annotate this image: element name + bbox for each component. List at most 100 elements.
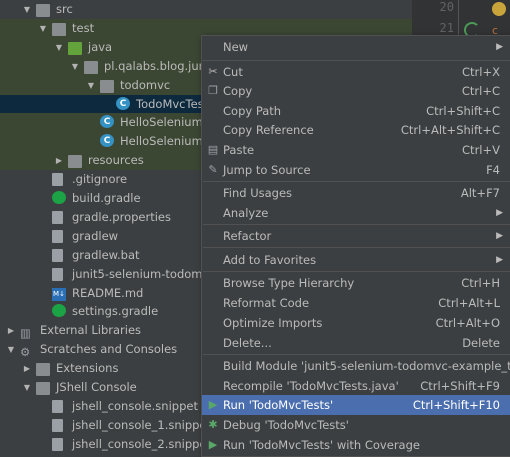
tree-node-label: settings.gradle bbox=[72, 304, 159, 319]
menu-label-browse-type-hierarchy: Browse Type Hierarchy bbox=[223, 276, 355, 290]
menu-item-reformat-code[interactable]: Reformat Code Ctrl+Alt+L bbox=[202, 293, 510, 313]
tree-node-label: src bbox=[56, 2, 73, 16]
shortcut-recompile: Ctrl+Shift+F9 bbox=[420, 379, 500, 393]
file-icon bbox=[52, 173, 63, 187]
folder-icon bbox=[36, 382, 50, 395]
submenu-arrow-icon: ▶ bbox=[496, 42, 503, 52]
menu-label-new: New bbox=[223, 40, 249, 54]
tree-node-label: Extensions bbox=[56, 361, 119, 376]
menu-label-copy-path: Copy Path bbox=[223, 104, 282, 118]
line-number-21: 21 bbox=[439, 21, 454, 35]
tree-node-label: .gitignore bbox=[72, 172, 128, 187]
file-icon bbox=[52, 399, 63, 413]
tree-node-label: gradle.properties bbox=[72, 209, 171, 224]
tree-node-label: pl.qalabs.blog.junit bbox=[104, 58, 214, 73]
shortcut-copy: Ctrl+C bbox=[461, 84, 500, 98]
menu-item-copy-path[interactable]: Copy Path Ctrl+Shift+C bbox=[202, 101, 510, 121]
menu-item-refactor[interactable]: Refactor ▶ bbox=[202, 226, 510, 246]
menu-label-recompile: Recompile 'TodoMvcTests.java' bbox=[223, 379, 399, 393]
menu-separator bbox=[203, 354, 510, 355]
expand-arrow-icon[interactable]: ▼ bbox=[38, 19, 48, 38]
expand-arrow-icon[interactable]: ▼ bbox=[6, 340, 16, 359]
menu-separator bbox=[203, 247, 510, 248]
tree-node-label: External Libraries bbox=[40, 323, 142, 338]
collapse-arrow-icon[interactable]: ▶ bbox=[54, 151, 64, 170]
shortcut-copy-reference: Ctrl+Alt+Shift+C bbox=[400, 123, 500, 137]
menu-item-jump-to-source[interactable]: ✎ Jump to Source F4 bbox=[202, 160, 510, 180]
menu-separator bbox=[203, 224, 510, 225]
menu-item-analyze[interactable]: Analyze ▶ bbox=[202, 203, 510, 223]
annotation-icon bbox=[492, 2, 506, 16]
shortcut-paste: Ctrl+V bbox=[462, 143, 500, 157]
file-icon bbox=[52, 267, 63, 281]
menu-item-recompile[interactable]: Recompile 'TodoMvcTests.java' Ctrl+Shift… bbox=[202, 376, 510, 396]
tree-node[interactable]: ▼ src bbox=[0, 0, 412, 19]
java-class-icon: C bbox=[100, 134, 114, 148]
menu-label-jump-to-source: Jump to Source bbox=[223, 163, 311, 177]
tree-node-label: Scratches and Consoles bbox=[40, 342, 178, 357]
expand-arrow-icon[interactable]: ▼ bbox=[86, 76, 96, 95]
debug-icon: ✱ bbox=[208, 418, 218, 431]
menu-separator bbox=[203, 271, 510, 272]
menu-item-copy[interactable]: ❐ Copy Ctrl+C bbox=[202, 81, 510, 101]
coverage-icon: ▶ bbox=[208, 438, 218, 451]
menu-item-optimize-imports[interactable]: Optimize Imports Ctrl+Alt+O bbox=[202, 313, 510, 333]
menu-item-paste[interactable]: ▤ Paste Ctrl+V bbox=[202, 140, 510, 160]
collapse-arrow-icon[interactable]: ▶ bbox=[6, 321, 16, 340]
shortcut-copy-path: Ctrl+Shift+C bbox=[426, 104, 500, 118]
resources-folder-icon bbox=[68, 155, 82, 169]
expand-arrow-icon[interactable]: ▼ bbox=[70, 57, 80, 76]
menu-label-reformat-code: Reformat Code bbox=[223, 296, 310, 310]
expand-arrow-icon[interactable]: ▼ bbox=[22, 378, 32, 397]
markdown-icon: M↓ bbox=[52, 287, 66, 301]
libraries-icon: ▥ bbox=[20, 326, 31, 341]
menu-item-run[interactable]: ▶ Run 'TodoMvcTests' Ctrl+Shift+F10 bbox=[202, 395, 510, 415]
package-icon bbox=[84, 60, 98, 74]
menu-label-delete: Delete... bbox=[223, 336, 272, 350]
menu-label-add-to-favorites: Add to Favorites bbox=[223, 253, 317, 267]
submenu-arrow-icon: ▶ bbox=[496, 231, 503, 241]
tree-node-label: README.md bbox=[72, 285, 144, 300]
menu-item-find-usages[interactable]: Find Usages Alt+F7 bbox=[202, 183, 510, 203]
java-class-icon: C bbox=[100, 115, 114, 129]
menu-item-add-to-favorites[interactable]: Add to Favorites ▶ bbox=[202, 250, 510, 270]
menu-label-debug: Debug 'TodoMvcTests' bbox=[223, 418, 349, 432]
test-source-folder-icon bbox=[68, 41, 82, 55]
tree-node-label: jshell_console_2.snippet bbox=[72, 436, 212, 451]
menu-item-browse-type-hierarchy[interactable]: Browse Type Hierarchy Ctrl+H bbox=[202, 273, 510, 293]
menu-item-cut[interactable]: ✂ Cut Ctrl+X bbox=[202, 62, 510, 82]
folder-icon bbox=[36, 363, 50, 377]
menu-item-run-with-coverage[interactable]: ▶ Run 'TodoMvcTests' with Coverage bbox=[202, 435, 510, 455]
menu-separator bbox=[203, 181, 510, 182]
tree-node-label: JShell Console bbox=[56, 380, 137, 394]
menu-item-new[interactable]: New ▶ bbox=[202, 37, 510, 57]
scissors-icon: ✂ bbox=[208, 65, 218, 78]
collapse-arrow-icon[interactable]: ▶ bbox=[22, 359, 32, 378]
tree-node-label: resources bbox=[88, 153, 144, 168]
menu-label-refactor: Refactor bbox=[223, 229, 272, 243]
run-icon: ▶ bbox=[208, 398, 218, 411]
menu-label-cut: Cut bbox=[223, 65, 243, 79]
file-icon bbox=[52, 437, 63, 451]
menu-label-find-usages: Find Usages bbox=[223, 186, 293, 200]
shortcut-delete: Delete bbox=[462, 336, 500, 350]
menu-label-copy-reference: Copy Reference bbox=[223, 123, 314, 137]
menu-item-delete[interactable]: Delete... Delete bbox=[202, 333, 510, 353]
tree-node-label: jshell_console.snippet bbox=[72, 398, 198, 413]
shortcut-optimize-imports: Ctrl+Alt+O bbox=[435, 316, 500, 330]
menu-label-build-module: Build Module 'junit5-selenium-todomvc-ex… bbox=[223, 359, 510, 373]
package-icon bbox=[100, 79, 114, 93]
shortcut-run: Ctrl+Shift+F10 bbox=[412, 398, 500, 412]
expand-arrow-icon[interactable]: ▼ bbox=[54, 38, 64, 57]
tree-node-label: jshell_console_1.snippet bbox=[72, 417, 212, 432]
menu-separator bbox=[203, 60, 510, 61]
copy-icon: ❐ bbox=[208, 84, 218, 97]
submenu-arrow-icon: ▶ bbox=[496, 255, 503, 265]
expand-arrow-icon[interactable]: ▼ bbox=[22, 0, 32, 19]
menu-label-analyze: Analyze bbox=[223, 206, 269, 220]
menu-item-debug[interactable]: ✱ Debug 'TodoMvcTests' bbox=[202, 415, 510, 435]
scratches-icon: ⚙ bbox=[20, 345, 31, 360]
menu-item-build-module[interactable]: Build Module 'junit5-selenium-todomvc-ex… bbox=[202, 356, 510, 376]
shortcut-browse-type-hierarchy: Ctrl+H bbox=[461, 276, 500, 290]
menu-item-copy-reference[interactable]: Copy Reference Ctrl+Alt+Shift+C bbox=[202, 120, 510, 140]
